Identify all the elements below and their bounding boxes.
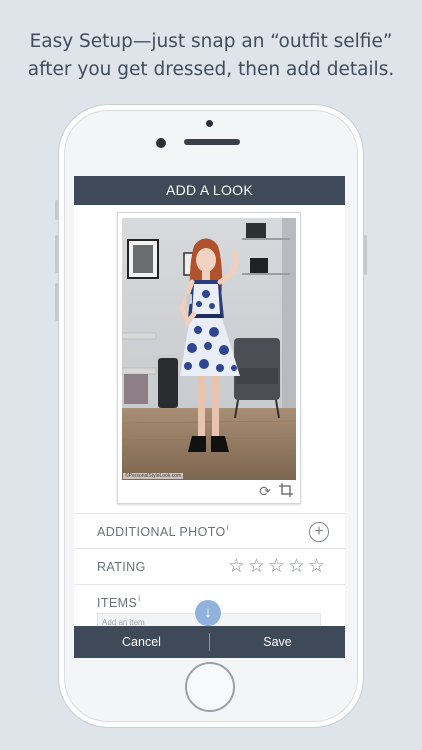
phone-frame: ADD A LOOK ©PersonalStyleLook.com ⟳ ADDI…: [55, 104, 367, 728]
star-icon[interactable]: ☆: [288, 557, 305, 577]
photo-credit: ©PersonalStyleLook.com: [123, 473, 184, 479]
star-icon[interactable]: ☆: [228, 557, 245, 577]
items-text: ITEMS: [97, 596, 138, 610]
app-screen: ADD A LOOK ©PersonalStyleLook.com ⟳ ADDI…: [74, 176, 345, 658]
crop-icon[interactable]: [278, 483, 294, 499]
rotate-icon[interactable]: ⟳: [257, 483, 273, 499]
volume-down-button: [55, 283, 58, 321]
star-icon[interactable]: ☆: [248, 557, 265, 577]
rating-label: RATING: [97, 560, 146, 574]
arrow-down-icon[interactable]: ↓: [195, 600, 221, 626]
front-camera: [156, 138, 166, 148]
caption-line-1: Easy Setup—just snap an “outfit selfie”: [29, 31, 393, 52]
screen-title: ADD A LOOK: [165, 182, 254, 198]
items-label: ITEMSi: [97, 594, 140, 610]
additional-photo-label: ADDITIONAL PHOTOi: [97, 523, 229, 539]
star-icon[interactable]: ☆: [308, 557, 325, 577]
outfit-photo-image: [122, 218, 296, 480]
rating-row: RATING ☆ ☆ ☆ ☆ ☆: [74, 548, 345, 585]
additional-photo-row[interactable]: ADDITIONAL PHOTOi +: [74, 513, 345, 549]
power-button: [364, 235, 367, 275]
info-icon[interactable]: i: [227, 523, 229, 532]
mute-switch: [55, 200, 58, 220]
earpiece-speaker: [184, 139, 240, 145]
info-icon[interactable]: i: [138, 594, 140, 603]
caption-line-2: after you get dressed, then add details.: [27, 59, 395, 80]
rating-stars[interactable]: ☆ ☆ ☆ ☆ ☆: [228, 557, 325, 577]
star-icon[interactable]: ☆: [268, 557, 285, 577]
home-button[interactable]: [185, 662, 235, 712]
outfit-photo-card[interactable]: ©PersonalStyleLook.com ⟳: [117, 212, 301, 504]
front-sensor: [206, 120, 213, 127]
title-bar: ADD A LOOK: [74, 176, 345, 205]
volume-up-button: [55, 235, 58, 273]
plus-circle-icon[interactable]: +: [309, 522, 329, 542]
outfit-photo[interactable]: ©PersonalStyleLook.com: [122, 218, 296, 480]
additional-photo-text: ADDITIONAL PHOTO: [97, 525, 226, 539]
save-button[interactable]: Save: [210, 626, 345, 658]
cancel-button[interactable]: Cancel: [74, 626, 209, 658]
bottom-action-bar: Cancel Save: [74, 626, 345, 658]
marketing-caption: Easy Setup—just snap an “outfit selfie” …: [0, 28, 422, 84]
